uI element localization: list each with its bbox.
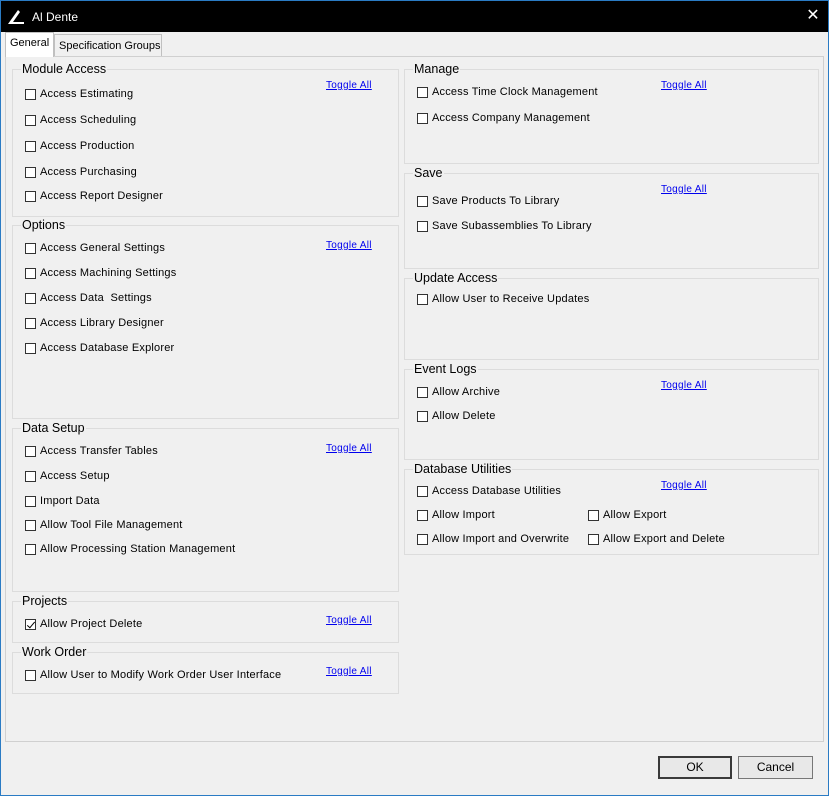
group-title: Event Logs bbox=[413, 362, 478, 377]
checkbox-box[interactable] bbox=[417, 221, 428, 232]
group-projects: Projects Toggle All Allow Project Delete bbox=[12, 594, 399, 643]
tab-general[interactable]: General bbox=[5, 32, 54, 57]
toggle-all-link[interactable]: Toggle All bbox=[661, 184, 707, 195]
checkbox-label: Access Database Utilities bbox=[432, 485, 562, 497]
toggle-all-link[interactable]: Toggle All bbox=[661, 380, 707, 391]
close-icon[interactable]: ✕ bbox=[806, 8, 820, 24]
dialog-window: Al Dente ✕ General Specification Groups … bbox=[0, 0, 829, 796]
group-module-access: Module Access Toggle All Access Estimati… bbox=[12, 62, 399, 217]
checkbox-label: Allow Import and Overwrite bbox=[432, 533, 570, 545]
title-bar[interactable]: Al Dente ✕ bbox=[1, 1, 828, 32]
group-title: Options bbox=[21, 218, 67, 233]
toggle-all-link[interactable]: Toggle All bbox=[326, 240, 372, 251]
checkbox-label: Allow Delete bbox=[432, 410, 496, 422]
group-title: Update Access bbox=[413, 271, 499, 286]
checkbox-box[interactable] bbox=[417, 294, 428, 305]
toggle-all-link[interactable]: Toggle All bbox=[326, 443, 372, 454]
group-title: Data Setup bbox=[21, 421, 86, 436]
checkbox-label: Allow Processing Station Management bbox=[40, 543, 236, 555]
group-update-access: Update Access Allow User to Receive Upda… bbox=[404, 271, 819, 360]
checkbox-box[interactable] bbox=[25, 167, 36, 178]
checkbox-label: Save Products To Library bbox=[432, 195, 560, 207]
checkbox-box[interactable] bbox=[25, 619, 36, 630]
checkbox-label: Save Subassemblies To Library bbox=[432, 220, 592, 232]
checkbox-box[interactable] bbox=[417, 486, 428, 497]
checkbox-box[interactable] bbox=[417, 510, 428, 521]
checkbox-label: Allow Archive bbox=[432, 386, 501, 398]
checkbox-box[interactable] bbox=[25, 318, 36, 329]
checkbox-box[interactable] bbox=[25, 544, 36, 555]
checkbox-label: Access Data Settings bbox=[40, 292, 152, 304]
checkbox-box[interactable] bbox=[25, 89, 36, 100]
group-event-logs: Event Logs Toggle All Allow Archive Allo… bbox=[404, 362, 819, 460]
checkbox-box[interactable] bbox=[588, 510, 599, 521]
group-data-setup: Data Setup Toggle All Access Transfer Ta… bbox=[12, 421, 399, 592]
checkbox-box[interactable] bbox=[588, 534, 599, 545]
checkbox-box[interactable] bbox=[417, 113, 428, 124]
checkbox-box[interactable] bbox=[25, 496, 36, 507]
group-work-order: Work Order Toggle All Allow User to Modi… bbox=[12, 645, 399, 694]
toggle-all-link[interactable]: Toggle All bbox=[326, 666, 372, 677]
checkbox-label: Access Transfer Tables bbox=[40, 445, 158, 457]
checkbox-box[interactable] bbox=[25, 446, 36, 457]
group-title: Manage bbox=[413, 62, 461, 77]
toggle-all-link[interactable]: Toggle All bbox=[326, 615, 372, 626]
toggle-all-link[interactable]: Toggle All bbox=[326, 80, 372, 91]
checkbox-label: Access Machining Settings bbox=[40, 267, 177, 279]
checkbox-label: Allow Project Delete bbox=[40, 618, 143, 630]
checkbox-label: Access Company Management bbox=[432, 112, 590, 124]
checkbox-label: Allow User to Receive Updates bbox=[432, 293, 590, 305]
checkbox-label: Allow Import bbox=[432, 509, 495, 521]
group-database-utilities: Database Utilities Toggle All Access Dat… bbox=[404, 462, 819, 555]
ok-button[interactable]: OK bbox=[658, 756, 732, 779]
checkbox-box[interactable] bbox=[25, 268, 36, 279]
checkbox-label: Access Time Clock Management bbox=[432, 86, 598, 98]
checkbox-label: Allow User to Modify Work Order User Int… bbox=[40, 669, 282, 681]
checkbox-box[interactable] bbox=[417, 196, 428, 207]
checkbox-box[interactable] bbox=[25, 243, 36, 254]
general-tab-page: Module Access Toggle All Access Estimati… bbox=[5, 56, 824, 742]
checkbox-label: Allow Export and Delete bbox=[603, 533, 725, 545]
window-title: Al Dente bbox=[32, 10, 79, 24]
checkbox-box[interactable] bbox=[417, 534, 428, 545]
checkbox-box[interactable] bbox=[25, 141, 36, 152]
checkbox-label: Access Estimating bbox=[40, 88, 134, 100]
group-title: Module Access bbox=[21, 62, 108, 77]
cancel-button[interactable]: Cancel bbox=[738, 756, 813, 779]
checkbox-label: Access Report Designer bbox=[40, 190, 164, 202]
group-manage: Manage Toggle All Access Time Clock Mana… bbox=[404, 62, 819, 164]
checkbox-box[interactable] bbox=[25, 115, 36, 126]
group-title: Save bbox=[413, 166, 444, 181]
checkbox-label: Access Setup bbox=[40, 470, 110, 482]
group-title: Database Utilities bbox=[413, 462, 513, 477]
toggle-all-link[interactable]: Toggle All bbox=[661, 480, 707, 491]
checkbox-box[interactable] bbox=[25, 670, 36, 681]
group-title: Work Order bbox=[21, 645, 88, 660]
checkbox-label: Import Data bbox=[40, 495, 100, 507]
checkbox-box[interactable] bbox=[25, 293, 36, 304]
checkbox-label: Allow Tool File Management bbox=[40, 519, 183, 531]
toggle-all-link[interactable]: Toggle All bbox=[661, 80, 707, 91]
checkbox-box[interactable] bbox=[25, 343, 36, 354]
group-save: Save Toggle All Save Products To Library… bbox=[404, 166, 819, 269]
checkbox-label: Access Scheduling bbox=[40, 114, 137, 126]
group-options: Options Toggle All Access General Settin… bbox=[12, 218, 399, 419]
checkbox-label: Access Purchasing bbox=[40, 166, 137, 178]
checkbox-box[interactable] bbox=[417, 87, 428, 98]
checkbox-box[interactable] bbox=[25, 471, 36, 482]
app-logo-icon bbox=[8, 10, 24, 24]
checkbox-box[interactable] bbox=[417, 387, 428, 398]
checkbox-box[interactable] bbox=[25, 191, 36, 202]
checkbox-label: Access General Settings bbox=[40, 242, 166, 254]
group-title: Projects bbox=[21, 594, 69, 609]
checkbox-box[interactable] bbox=[417, 411, 428, 422]
checkbox-label: Access Production bbox=[40, 140, 135, 152]
tab-specification-groups[interactable]: Specification Groups bbox=[54, 34, 162, 56]
checkbox-label: Access Database Explorer bbox=[40, 342, 175, 354]
button-bar: OK Cancel bbox=[5, 742, 824, 792]
checkbox-label: Access Library Designer bbox=[40, 317, 164, 329]
checkbox-box[interactable] bbox=[25, 520, 36, 531]
checkbox-label: Allow Export bbox=[603, 509, 667, 521]
